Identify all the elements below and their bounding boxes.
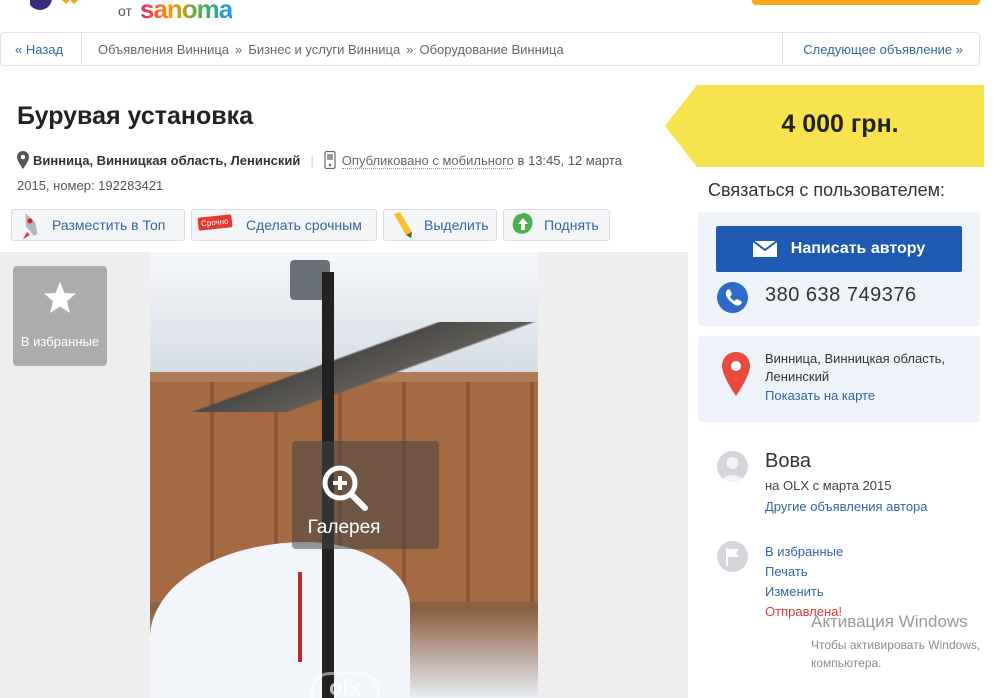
write-author-button[interactable]: Написать автору xyxy=(716,226,962,272)
phone-icon xyxy=(717,282,748,313)
action-print-link[interactable]: Печать xyxy=(765,564,808,579)
page-title: Бурувая установка xyxy=(17,102,254,130)
price: 4 000 грн. xyxy=(781,110,899,138)
breadcrumb-separator: » xyxy=(406,42,414,57)
olx-watermark: olx xyxy=(310,672,380,698)
divider xyxy=(81,33,82,65)
photo-gallery: olx В избранные Галерея xyxy=(0,252,688,698)
listing-meta: Винница, Винницкая область, Ленинский | Оп… xyxy=(17,151,622,193)
back-link[interactable]: « Назад xyxy=(15,42,63,57)
gallery-label: Галерея xyxy=(307,517,381,538)
breadcrumb: Объявления Винница » Бизнес и услуги Винни… xyxy=(98,42,564,57)
action-favorite-link[interactable]: В избранные xyxy=(765,544,843,559)
published-mobile-text[interactable]: Опубликовано с мобильного xyxy=(341,153,514,169)
phone-number[interactable]: 380 638 749376 xyxy=(765,284,917,307)
highlight-button[interactable]: Выделить xyxy=(383,209,497,241)
next-ad-link[interactable]: Следующее объявление » xyxy=(803,42,963,57)
promote-top-button[interactable]: Разместить в Топ xyxy=(11,209,185,241)
site-header: от sanoma xyxy=(0,0,1000,25)
user-name: Вова xyxy=(765,450,811,472)
breadcrumb-item-equipment[interactable]: Оборудование Винница xyxy=(419,42,563,57)
add-to-favorites-button[interactable]: В избранные xyxy=(13,266,107,366)
breadcrumb-bar: « Назад Объявления Винница » Бизнес и услу… xyxy=(0,32,980,66)
windows-activation-text: Чтобы активировать Windows, компьютера. xyxy=(811,638,981,670)
zoom-icon xyxy=(322,465,368,511)
user-since: на OLX с марта 2015 xyxy=(765,478,892,493)
sanoma-logo: sanoma xyxy=(140,0,233,25)
star-icon xyxy=(44,282,76,313)
contact-heading: Связаться с пользователем: xyxy=(708,180,945,200)
flag-icon xyxy=(717,541,748,572)
divider xyxy=(782,33,783,65)
post-ad-button-edge[interactable] xyxy=(752,0,980,5)
logo-ot-text: от xyxy=(118,3,132,19)
map-pin-icon xyxy=(17,151,29,169)
location-pin-icon xyxy=(722,352,750,396)
raise-label: Поднять xyxy=(544,217,599,233)
write-author-label: Написать автору xyxy=(790,240,926,257)
show-on-map-link[interactable]: Показать на карте xyxy=(765,388,875,403)
avatar xyxy=(717,451,748,482)
location-text: Винница, Винницкая область, Ленинский xyxy=(765,351,946,384)
rocket-icon xyxy=(23,213,38,239)
promote-top-label: Разместить в Топ xyxy=(52,217,166,233)
breadcrumb-item-business[interactable]: Бизнес и услуги Винница xyxy=(248,42,400,57)
urgent-badge-icon: Срочно xyxy=(197,210,238,240)
action-edit-link[interactable]: Изменить xyxy=(765,584,824,599)
mobile-phone-icon xyxy=(324,151,336,169)
make-urgent-label: Сделать срочным xyxy=(246,217,362,233)
raise-arrow-icon xyxy=(512,213,533,234)
highlight-label: Выделить xyxy=(424,217,489,233)
windows-activation-title: Активация Windows xyxy=(811,612,968,631)
make-urgent-button[interactable]: Срочно Сделать срочным xyxy=(191,209,377,241)
olx-logo[interactable] xyxy=(30,0,90,14)
favorites-label: В избранные xyxy=(20,334,100,349)
listing-location: Винница, Винницкая область, Ленинский xyxy=(33,153,301,168)
envelope-icon xyxy=(752,241,777,257)
other-ads-link[interactable]: Другие объявления автора xyxy=(765,499,928,514)
urgent-badge-text: Срочно xyxy=(197,214,233,231)
highlighter-icon xyxy=(394,212,412,238)
open-gallery-button[interactable]: Галерея xyxy=(292,441,439,549)
breadcrumb-item-ads[interactable]: Объявления Винница xyxy=(98,42,229,57)
breadcrumb-separator: » xyxy=(235,42,243,57)
raise-button[interactable]: Поднять xyxy=(503,209,610,241)
